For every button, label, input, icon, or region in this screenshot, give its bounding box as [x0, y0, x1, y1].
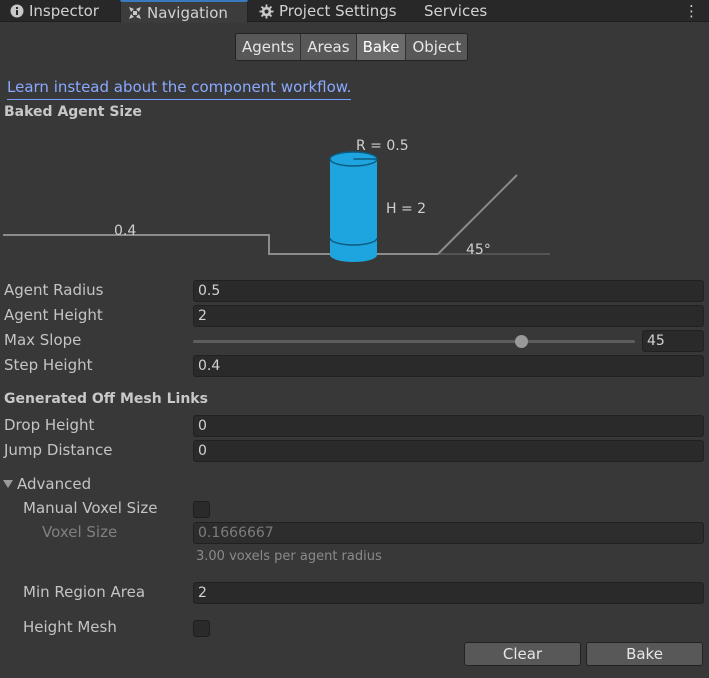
agent-height-row: Agent Height 2	[0, 305, 709, 327]
agent-size-diagram: R = 0.5 H = 2 0.4 45°	[3, 138, 550, 262]
step-ground-line	[3, 174, 518, 255]
tab-inspector[interactable]: Inspector	[10, 0, 99, 22]
max-slope-field[interactable]: 45	[642, 330, 704, 352]
manual-voxel-size-checkbox[interactable]	[193, 501, 210, 518]
navigation-mode-toolbar: Agents Areas Bake Object	[235, 33, 469, 61]
drop-height-label: Drop Height	[4, 416, 95, 434]
max-slope-slider-handle[interactable]	[514, 335, 528, 348]
min-region-area-row: Min Region Area 2	[0, 582, 709, 604]
tab-services-label: Services	[424, 2, 488, 20]
voxel-size-field: 0.1666667	[193, 522, 704, 544]
tab-project-settings[interactable]: Project Settings	[259, 0, 397, 22]
radius-label: R = 0.5	[356, 138, 409, 154]
manual-voxel-size-row: Manual Voxel Size	[0, 498, 709, 520]
agent-radius-field[interactable]: 0.5	[193, 280, 704, 302]
tab-navigation[interactable]: Navigation	[120, 0, 248, 23]
navigation-icon	[128, 6, 142, 20]
foldout-arrow-icon[interactable]	[3, 480, 13, 488]
drop-height-row: Drop Height 0	[0, 415, 709, 437]
baked-agent-size-header: Baked Agent Size	[4, 104, 142, 120]
agent-radius-label: Agent Radius	[4, 281, 104, 299]
jump-distance-row: Jump Distance 0	[0, 440, 709, 462]
tab-object[interactable]: Object	[406, 34, 468, 60]
height-mesh-checkbox[interactable]	[193, 620, 210, 637]
more-options-icon[interactable]: ⋮	[684, 2, 699, 20]
manual-voxel-size-label: Manual Voxel Size	[23, 499, 158, 517]
tab-areas[interactable]: Areas	[301, 34, 357, 60]
height-label: H = 2	[386, 201, 426, 217]
voxel-size-row: Voxel Size 0.1666667	[0, 522, 709, 544]
agent-cylinder-icon	[329, 151, 378, 262]
agent-height-field[interactable]: 2	[193, 305, 704, 327]
agent-height-label: Agent Height	[4, 306, 103, 324]
voxel-size-hint: 3.00 voxels per agent radius	[196, 549, 382, 564]
tab-services[interactable]: Services	[424, 0, 487, 22]
voxel-size-label: Voxel Size	[42, 523, 118, 541]
jump-distance-field[interactable]: 0	[193, 440, 704, 462]
height-mesh-row: Height Mesh	[0, 617, 709, 639]
off-mesh-links-header: Generated Off Mesh Links	[4, 391, 208, 407]
tab-agents[interactable]: Agents	[236, 34, 302, 60]
max-slope-slider-track[interactable]	[193, 340, 635, 343]
max-slope-label: Max Slope	[4, 331, 82, 349]
tab-inspector-label: Inspector	[29, 2, 99, 20]
agent-radius-row: Agent Radius 0.5	[0, 280, 709, 302]
tab-project-settings-label: Project Settings	[279, 2, 397, 20]
jump-distance-label: Jump Distance	[4, 441, 113, 459]
advanced-label[interactable]: Advanced	[17, 475, 91, 493]
bake-button[interactable]: Bake	[586, 642, 703, 666]
drop-height-field[interactable]: 0	[193, 415, 704, 437]
clear-button[interactable]: Clear	[464, 642, 581, 666]
tab-navigation-label: Navigation	[147, 3, 228, 22]
height-mesh-label: Height Mesh	[23, 618, 117, 636]
info-icon	[10, 4, 24, 18]
step-height-label: Step Height	[4, 356, 93, 374]
slope-label: 45°	[466, 242, 491, 258]
step-height-row: Step Height 0.4	[0, 355, 709, 377]
component-workflow-link[interactable]: Learn instead about the component workfl…	[7, 78, 352, 100]
min-region-area-label: Min Region Area	[23, 583, 146, 601]
tab-bake[interactable]: Bake	[356, 34, 407, 60]
editor-tab-strip: Inspector Navigation Project Settings Se…	[0, 0, 709, 23]
gear-icon	[259, 3, 274, 19]
min-region-area-field[interactable]: 2	[193, 582, 704, 604]
max-slope-row: Max Slope 45	[0, 330, 709, 352]
step-label: 0.4	[114, 223, 136, 239]
step-height-field[interactable]: 0.4	[193, 355, 704, 377]
advanced-foldout[interactable]: Advanced	[0, 474, 709, 496]
